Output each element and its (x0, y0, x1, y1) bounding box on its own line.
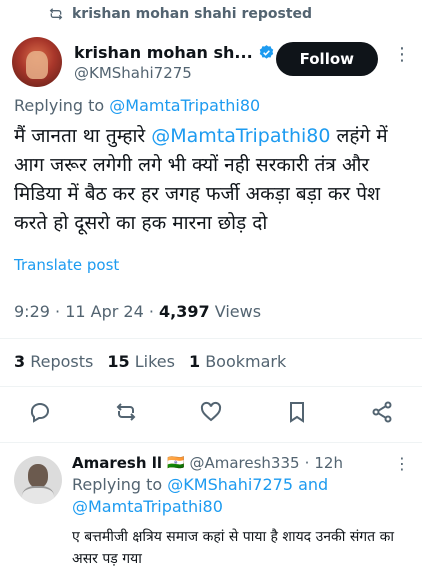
tweet-mention[interactable]: @MamtaTripathi80 (151, 125, 330, 147)
reply-header: Amaresh ll 🇮🇳 @Amaresh335 · 12h (72, 454, 343, 472)
likes-count: 15 (107, 352, 130, 371)
tweet-meta: 9:29 · 11 Apr 24 · 4,397 Views (14, 302, 262, 321)
reposts-stat[interactable]: 3 Reposts (14, 352, 93, 371)
replying-handle[interactable]: @MamtaTripathi80 (109, 96, 260, 115)
bookmarks-stat[interactable]: 1 Bookmark (189, 352, 286, 371)
share-icon[interactable] (370, 400, 394, 424)
bookmark-icon[interactable] (285, 400, 309, 424)
reply-replying-handle2[interactable]: @MamtaTripathi80 (72, 497, 223, 516)
more-options-icon[interactable]: ⋮ (393, 44, 411, 65)
reply-author-name[interactable]: Amaresh ll (72, 454, 162, 472)
tweet-text: मैं जानता था तुम्हारे @MamtaTripathi80 ल… (14, 122, 408, 238)
reply-author-handle[interactable]: @Amaresh335 (189, 454, 299, 472)
follow-button[interactable]: Follow (275, 42, 378, 76)
author-handle[interactable]: @KMShahi7275 (74, 64, 275, 82)
reply-more-options-icon[interactable]: ⋮ (394, 454, 410, 473)
repost-header: krishan mohan shahi reposted (48, 6, 312, 22)
author-names: krishan mohan sh... @KMShahi7275 (74, 43, 275, 82)
reply-time[interactable]: 12h (314, 454, 343, 472)
divider (0, 338, 422, 339)
tweet-time[interactable]: 9:29 (14, 302, 50, 321)
repost-icon[interactable] (114, 400, 138, 424)
likes-label: Likes (134, 352, 175, 371)
india-flag-icon: 🇮🇳 (167, 455, 185, 471)
author-avatar[interactable] (12, 37, 62, 87)
reply-replying-and: and (298, 475, 329, 494)
action-bar (28, 400, 394, 424)
tweet-stats: 3 Reposts 15 Likes 1 Bookmark (14, 352, 286, 371)
views-label: Views (214, 302, 262, 321)
reply-avatar[interactable] (14, 456, 62, 504)
replying-to: Replying to @MamtaTripathi80 (14, 96, 260, 115)
reply-text: ए बत्तमीजी क्षत्रिय समाज कहां से पाया है… (72, 529, 394, 567)
repost-label: krishan mohan shahi reposted (72, 6, 313, 22)
author-name[interactable]: krishan mohan sh... (74, 43, 253, 62)
reposts-label: Reposts (30, 352, 94, 371)
translate-post-link[interactable]: Translate post (14, 256, 119, 274)
reply-icon[interactable] (28, 400, 52, 424)
bookmarks-label: Bookmark (205, 352, 287, 371)
tweet-date[interactable]: 11 Apr 24 (65, 302, 144, 321)
tweet-text-part1: मैं जानता था तुम्हारे (14, 125, 152, 147)
divider (0, 386, 422, 387)
author-row: krishan mohan sh... @KMShahi7275 Follow … (12, 36, 411, 88)
reply-replying-handle1[interactable]: @KMShahi7275 (167, 475, 293, 494)
reply-replying-prefix: Replying to (72, 475, 163, 494)
replying-prefix: Replying to (14, 96, 105, 115)
bookmarks-count: 1 (188, 352, 201, 371)
reply-replying-to: Replying to @KMShahi7275 and @MamtaTripa… (72, 474, 410, 518)
verified-badge-icon (259, 44, 273, 59)
likes-stat[interactable]: 15 Likes (107, 352, 175, 371)
reposts-count: 3 (14, 352, 26, 371)
views-count: 4,397 (159, 302, 210, 321)
repost-icon (49, 8, 63, 20)
divider (0, 442, 422, 443)
like-icon[interactable] (199, 400, 223, 424)
